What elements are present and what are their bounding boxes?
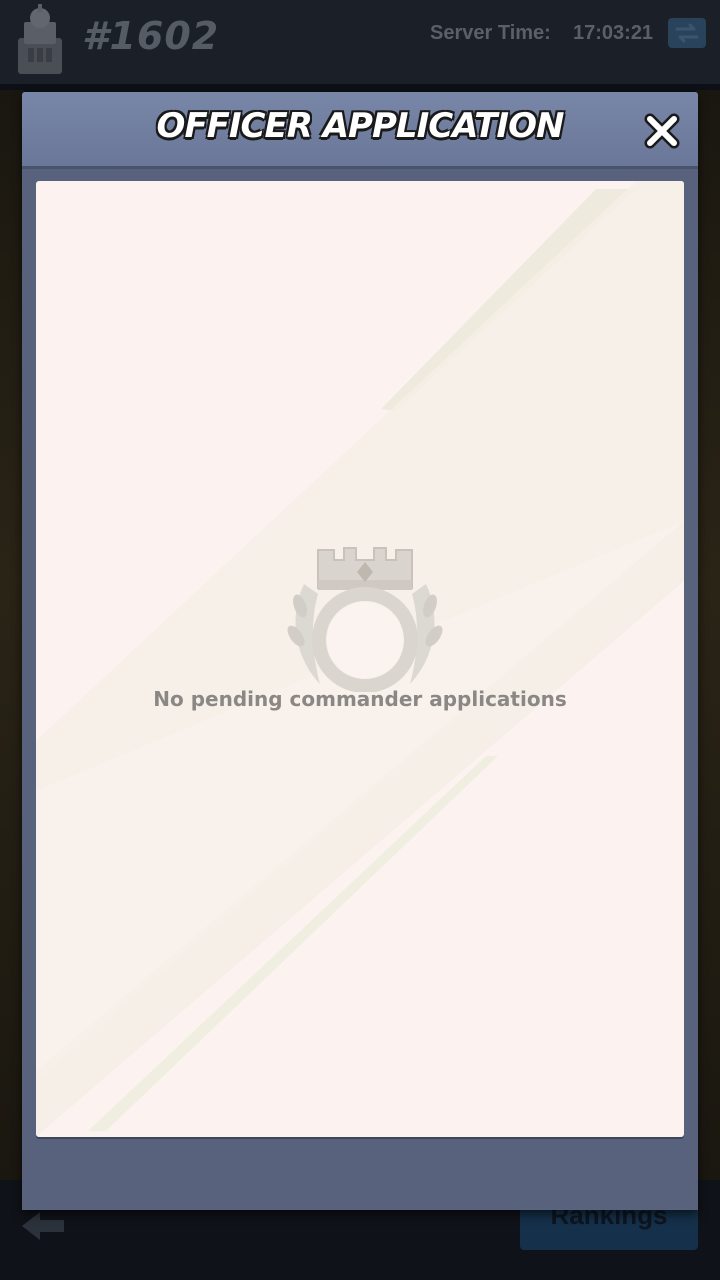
close-button[interactable] [638, 108, 686, 154]
close-icon [644, 113, 680, 149]
dialog-footer [22, 1148, 698, 1210]
crown-ring-laurel-icon [287, 547, 443, 692]
applications-list-panel[interactable]: No pending commander applications [36, 181, 684, 1137]
back-arrow-icon[interactable] [18, 1208, 68, 1244]
officer-application-dialog: OFFICER APPLICATION No pending commander… [22, 92, 698, 1210]
server-time-label: Server Time: [430, 22, 551, 44]
empty-state-message: No pending commander applications [153, 687, 567, 711]
dialog-title: OFFICER APPLICATION [156, 106, 565, 146]
dialog-header: OFFICER APPLICATION [22, 92, 698, 169]
swap-button[interactable] [668, 18, 706, 48]
server-time-value: 17:03:21 [573, 22, 654, 44]
top-bar: #1602 Server Time: 17:03:21 [0, 0, 720, 84]
scenery-left [0, 90, 24, 1180]
castle-tower-icon[interactable] [14, 4, 66, 74]
swap-arrows-icon [675, 23, 699, 43]
scenery-right [696, 90, 720, 1180]
game-screen: #1602 Server Time: 17:03:21 Rankings OFF… [0, 0, 720, 1280]
server-number: #1602 [82, 14, 220, 58]
